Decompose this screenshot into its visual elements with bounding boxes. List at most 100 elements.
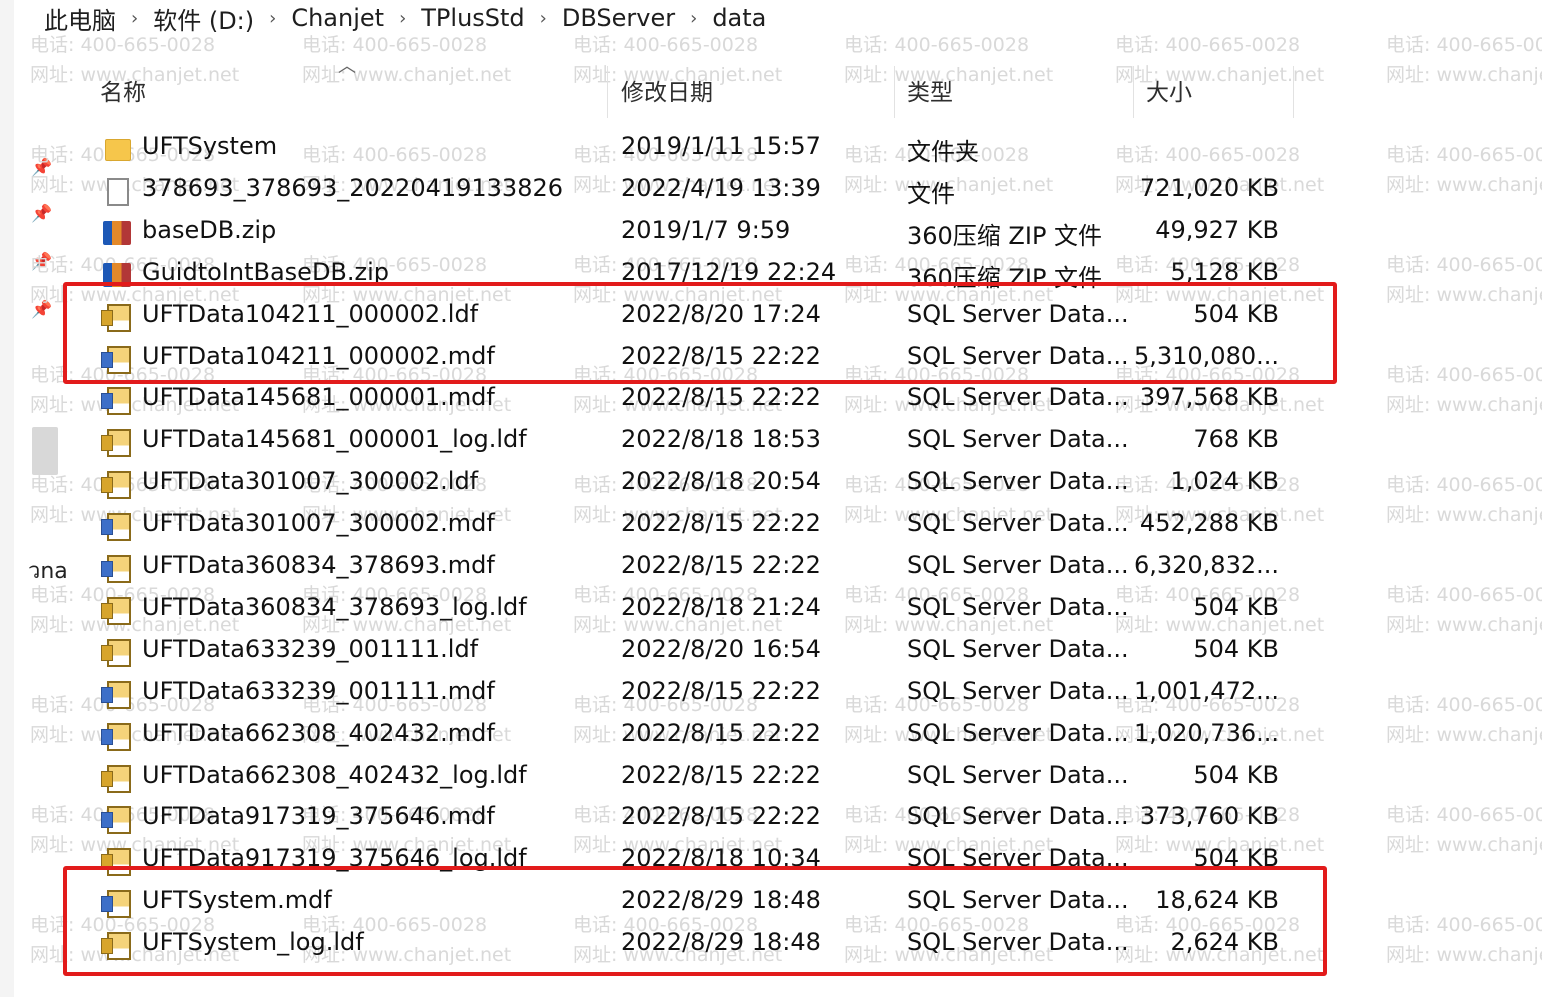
file-row[interactable]: UFTSystem 2019/1/11 15:57 文件夹	[95, 128, 1295, 170]
mdf-icon	[101, 345, 131, 374]
chevron-right-icon[interactable]: ›	[120, 8, 149, 29]
file-size: 1,001,472...	[1133, 676, 1279, 705]
pin-icon[interactable]: 📌	[31, 158, 52, 178]
file-row[interactable]: UFTData301007_300002.ldf 2022/8/18 20:54 S…	[95, 463, 1295, 505]
breadcrumb-dbserver[interactable]: DBServer	[558, 4, 679, 32]
file-modified-date: 2022/8/15 22:22	[621, 676, 821, 705]
mdf-icon	[101, 387, 131, 416]
pin-icon[interactable]: 📌	[31, 252, 52, 272]
file-modified-date: 2022/8/20 17:24	[621, 299, 821, 328]
file-type: 360压缩 ZIP 文件	[907, 221, 1103, 250]
file-size: 768 KB	[1193, 425, 1279, 454]
file-row[interactable]: UFTData917319_375646_log.ldf 2022/8/18 10…	[95, 840, 1295, 882]
ldf-icon	[101, 638, 131, 667]
zip-icon	[103, 220, 131, 245]
mdf-icon	[101, 806, 131, 835]
chevron-right-icon[interactable]: ›	[258, 8, 287, 29]
file-row[interactable]: UFTData145681_000001.mdf 2022/8/15 22:22 S…	[95, 379, 1295, 421]
watermark-site: 网址: www.chanjet.net	[1386, 724, 1542, 746]
breadcrumb-data[interactable]: data	[708, 4, 770, 32]
file-modified-date: 2022/8/18 21:24	[621, 592, 821, 621]
watermark-site: 网址: www.chanjet.net	[1386, 834, 1542, 856]
breadcrumb-this-pc[interactable]: 此电脑	[40, 1, 120, 36]
file-type: 文件	[907, 179, 955, 208]
file-row[interactable]: UFTData633239_001111.mdf 2022/8/15 22:22 S…	[95, 673, 1295, 715]
watermark-phone: 电话: 400-665-0028	[844, 34, 1030, 56]
file-size: 5,128 KB	[1170, 257, 1279, 286]
watermark-phone: 电话: 400-665-0028	[1386, 694, 1542, 716]
chevron-right-icon[interactable]: ›	[679, 8, 708, 29]
file-name: UFTSystem_log.ldf	[142, 928, 364, 957]
file-size: 1,020,736...	[1133, 718, 1279, 747]
file-modified-date: 2022/8/18 18:53	[621, 425, 821, 454]
navigation-item-fragment[interactable]: วna	[28, 553, 68, 588]
file-size: 721,020 KB	[1139, 173, 1279, 202]
ldf-icon	[101, 932, 131, 961]
column-header-date[interactable]: 修改日期	[621, 60, 713, 120]
breadcrumb-chanjet[interactable]: Chanjet	[287, 4, 388, 32]
file-row[interactable]: UFTData301007_300002.mdf 2022/8/15 22:22 S…	[95, 505, 1295, 547]
file-row[interactable]: baseDB.zip 2019/1/7 9:59 360压缩 ZIP 文件 49,92…	[95, 212, 1295, 254]
file-size: 504 KB	[1193, 299, 1279, 328]
file-modified-date: 2022/8/15 22:22	[621, 551, 821, 579]
column-divider[interactable]	[1133, 66, 1134, 118]
file-row[interactable]: UFTData633239_001111.ldf 2022/8/20 16:54 S…	[95, 631, 1295, 673]
navigation-drive-icon[interactable]	[32, 427, 58, 475]
watermark-site: 网址: www.chanjet.net	[1386, 394, 1542, 416]
file-size: 504 KB	[1193, 592, 1279, 621]
file-name: UFTData360834_378693.mdf	[142, 551, 495, 579]
chevron-right-icon[interactable]: ›	[529, 8, 558, 29]
file-name: 378693_378693_20220419133826	[142, 173, 564, 202]
file-row[interactable]: UFTData104211_000002.ldf 2022/8/20 17:24 S…	[95, 296, 1295, 338]
file-type: SQL Server Data...	[907, 844, 1129, 873]
file-type: SQL Server Data...	[907, 592, 1129, 621]
file-modified-date: 2022/8/15 22:22	[621, 718, 821, 747]
file-name: UFTData301007_300002.ldf	[142, 467, 479, 496]
mdf-icon	[101, 680, 131, 709]
column-header-type[interactable]: 类型	[907, 60, 953, 120]
file-size: 397,568 KB	[1139, 383, 1279, 412]
pin-icon[interactable]: 📌	[31, 204, 52, 224]
file-modified-date: 2019/1/11 15:57	[621, 132, 821, 160]
file-row[interactable]: UFTData104211_000002.mdf 2022/8/15 22:22 S…	[95, 338, 1295, 380]
breadcrumb-drive-d[interactable]: 软件 (D:)	[149, 1, 258, 36]
column-divider[interactable]	[607, 66, 608, 118]
watermark-phone: 电话: 400-665-0028	[1386, 474, 1542, 496]
file-size: 6,320,832...	[1133, 551, 1279, 579]
mdf-icon	[101, 555, 131, 583]
file-modified-date: 2019/1/7 9:59	[621, 215, 791, 244]
navigation-pane-edge	[0, 0, 14, 997]
file-modified-date: 2022/8/15 22:22	[621, 760, 821, 789]
file-type: SQL Server Data...	[907, 299, 1129, 328]
chevron-right-icon[interactable]: ›	[388, 8, 417, 29]
file-row[interactable]: UFTData360834_378693_log.ldf 2022/8/18 21…	[95, 589, 1295, 631]
file-row[interactable]: 378693_378693_20220419133826 2022/4/19 13…	[95, 170, 1295, 212]
file-size: 1,024 KB	[1170, 467, 1279, 496]
column-header-size[interactable]: 大小	[1146, 60, 1192, 120]
file-type: SQL Server Data...	[907, 760, 1129, 789]
file-name: UFTSystem.mdf	[142, 886, 332, 915]
ldf-icon	[101, 303, 131, 332]
file-row[interactable]: UFTData662308_402432_log.ldf 2022/8/15 22…	[95, 757, 1295, 799]
column-divider[interactable]	[894, 66, 895, 118]
file-size: 2,624 KB	[1170, 928, 1279, 957]
file-row[interactable]: UFTData917319_375646.mdf 2022/8/15 22:22 S…	[95, 798, 1295, 840]
file-row[interactable]: UFTData360834_378693.mdf 2022/8/15 22:22 S…	[95, 547, 1295, 589]
breadcrumb-tplusstd[interactable]: TPlusStd	[417, 4, 528, 32]
pin-icon[interactable]: 📌	[31, 300, 52, 320]
watermark-phone: 电话: 400-665-0028	[1386, 584, 1542, 606]
file-row[interactable]: UFTSystem_log.ldf 2022/8/29 18:48 SQL Serv…	[95, 924, 1295, 966]
file-modified-date: 2022/8/29 18:48	[621, 886, 821, 915]
file-name: UFTData633239_001111.mdf	[142, 676, 495, 705]
file-size: 49,927 KB	[1155, 215, 1279, 244]
file-type: SQL Server Data...	[907, 802, 1129, 831]
column-header-name[interactable]: 名称	[100, 60, 146, 120]
file-name: UFTData104211_000002.mdf	[142, 341, 495, 370]
file-row[interactable]: UFTData662308_402432.mdf 2022/8/15 22:22 S…	[95, 715, 1295, 757]
watermark-site: 网址: www.chanjet.net	[1386, 64, 1542, 86]
column-divider[interactable]	[1293, 66, 1294, 118]
file-size: 5,310,080...	[1133, 341, 1279, 370]
file-row[interactable]: UFTData145681_000001_log.ldf 2022/8/18 18…	[95, 421, 1295, 463]
file-row[interactable]: UFTSystem.mdf 2022/8/29 18:48 SQL Server D…	[95, 882, 1295, 924]
file-row[interactable]: GuidtoIntBaseDB.zip 2017/12/19 22:24 360压缩…	[95, 254, 1295, 296]
